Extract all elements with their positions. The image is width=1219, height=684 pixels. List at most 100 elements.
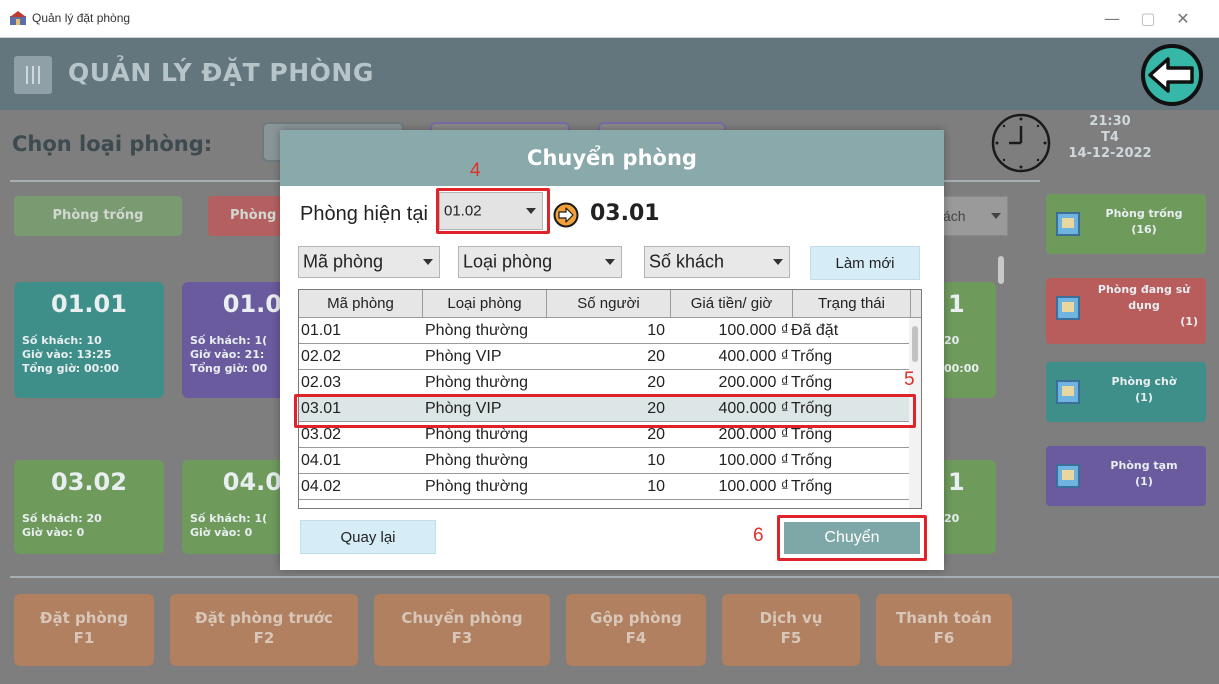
room-card[interactable]: 1 20 00:00 — [944, 282, 996, 398]
cell-status: Đã đặt — [791, 322, 839, 339]
cell-price: 100.000 ₫ — [718, 478, 790, 495]
app-window: Quản lý đặt phòng — ▢ ✕ QUẢN LÝ ĐẶT PHÒN… — [0, 0, 1219, 684]
room-info: Số khách: 20 Giờ vào: 0 — [22, 512, 102, 540]
merge-room-button[interactable]: Gộp phòng F4 — [566, 594, 706, 666]
room-info: 20 — [944, 512, 959, 526]
column-header[interactable]: Giá tiền/ giờ — [671, 290, 793, 318]
cell-status: Trống — [791, 478, 833, 495]
room-status-icon — [1056, 464, 1080, 488]
current-room-label: Phòng hiện tại — [300, 203, 428, 225]
cell-type: Phòng thường — [425, 478, 529, 495]
table-row[interactable]: 04.01 Phòng thường 10 100.000 ₫ Trống — [299, 448, 911, 474]
chevron-down-icon — [605, 259, 615, 265]
table-row[interactable]: 01.01 Phòng thường 10 100.000 ₫ Đã đặt — [299, 318, 911, 344]
datetime-display: 21:30 T4 14-12-2022 — [1060, 114, 1160, 162]
back-arrow-icon[interactable] — [1140, 43, 1204, 107]
refresh-button[interactable]: Làm mới — [810, 246, 920, 280]
filter-empty-rooms[interactable]: Phòng trống — [14, 196, 182, 236]
room-list-scrollbar[interactable] — [998, 256, 1004, 284]
chevron-down-icon — [991, 213, 1001, 219]
sort-room-code-value: Mã phòng — [303, 251, 384, 272]
room-guests: Số khách: 1( — [190, 512, 268, 525]
room-status-icon — [1056, 380, 1080, 404]
service-button[interactable]: Dịch vụ F5 — [722, 594, 860, 666]
status-count: (1) — [1180, 315, 1198, 328]
column-header[interactable]: Số người — [547, 290, 671, 318]
scrollbar-thumb[interactable] — [912, 326, 918, 362]
room-info-line: 00:00 — [944, 362, 980, 375]
room-total-time: Tổng giờ: 00 — [190, 362, 268, 375]
sort-room-type-value: Loại phòng — [463, 251, 553, 272]
room-id: 1 — [948, 468, 965, 496]
room-guests: Số khách: 20 — [22, 512, 102, 525]
function-key: F5 — [780, 629, 802, 647]
sort-room-code-select[interactable]: Mã phòng — [298, 246, 440, 278]
cell-code: 02.02 — [301, 348, 342, 365]
book-room-button[interactable]: Đặt phòng F1 — [14, 594, 154, 666]
cell-type: Phòng VIP — [425, 348, 502, 365]
room-card[interactable]: 01.0 Số khách: 1( Giờ vào: 21: Tổng giờ:… — [182, 282, 282, 398]
cell-code: 04.01 — [301, 452, 342, 469]
sort-guests-select[interactable]: Số khách — [644, 246, 790, 278]
close-button[interactable]: ✕ — [1168, 6, 1198, 32]
sort-room-type-select[interactable]: Loại phòng — [458, 246, 622, 278]
room-card[interactable]: 04.0 Số khách: 1( Giờ vào: 0 — [182, 460, 282, 554]
table-row[interactable]: 02.03 Phòng thường 20 200.000 ₫ Trống — [299, 370, 911, 396]
function-key: F1 — [73, 629, 95, 647]
cell-type: Phòng thường — [425, 374, 529, 391]
column-header[interactable]: Mã phòng — [299, 290, 423, 318]
function-key: F4 — [625, 629, 647, 647]
status-sidebar: Phòng trống (16) Phòng đang sử dụng (1) Ph… — [1030, 182, 1219, 572]
status-count: (16) — [1131, 223, 1157, 236]
annotation-5: 5 — [904, 369, 915, 390]
status-empty-card[interactable]: Phòng trống (16) — [1046, 194, 1206, 254]
transfer-room-button[interactable]: Chuyển phòng F3 — [374, 594, 550, 666]
status-temp-card[interactable]: Phòng tạm (1) — [1046, 446, 1206, 506]
annotation-highlight — [436, 188, 550, 234]
function-label: Gộp phòng — [590, 609, 682, 627]
status-label: Phòng đang sử dụng — [1097, 283, 1191, 312]
room-id: 1 — [948, 290, 965, 318]
status-waiting-card[interactable]: Phòng chờ (1) — [1046, 362, 1206, 422]
cell-code: 02.03 — [301, 374, 342, 391]
column-header[interactable]: Loại phòng — [423, 290, 547, 318]
cell-people: 10 — [647, 322, 665, 339]
cell-people: 10 — [647, 452, 665, 469]
table-row[interactable]: 02.02 Phòng VIP 20 400.000 ₫ Trống — [299, 344, 911, 370]
window-titlebar: Quản lý đặt phòng — ▢ ✕ — [0, 0, 1219, 38]
behind-sort-value: ách — [943, 208, 966, 224]
chevron-down-icon — [423, 259, 433, 265]
payment-button[interactable]: Thanh toán F6 — [876, 594, 1012, 666]
room-card[interactable]: 03.02 Số khách: 20 Giờ vào: 0 — [14, 460, 164, 554]
room-card[interactable]: 1 20 — [944, 460, 996, 554]
function-label: Dịch vụ — [759, 609, 823, 627]
room-checkin: Giờ vào: 13:25 — [22, 348, 112, 361]
room-card[interactable]: 01.01 Số khách: 10 Giờ vào: 13:25 Tổng g… — [14, 282, 164, 398]
cell-type: Phòng thường — [425, 322, 529, 339]
column-header[interactable]: Trạng thái — [793, 290, 911, 318]
room-info: Số khách: 10 Giờ vào: 13:25 Tổng giờ: 00… — [22, 334, 119, 376]
pre-book-button[interactable]: Đặt phòng trước F2 — [170, 594, 358, 666]
function-label: Chuyển phòng — [401, 609, 523, 627]
table-row[interactable]: 04.02 Phòng thường 10 100.000 ₫ Trống — [299, 474, 911, 500]
menu-icon[interactable] — [14, 56, 52, 94]
divider — [10, 576, 1219, 578]
minimize-button[interactable]: — — [1097, 6, 1127, 32]
cell-price: 100.000 ₫ — [718, 452, 790, 469]
room-id: 01.01 — [51, 290, 127, 318]
function-label: Đặt phòng trước — [195, 609, 333, 627]
cell-code: 01.01 — [301, 322, 342, 339]
room-id: 04.0 — [222, 468, 282, 496]
filter-occupied-rooms[interactable]: Phòng — [208, 196, 288, 236]
function-label: Thanh toán — [896, 609, 992, 627]
maximize-button[interactable]: ▢ — [1133, 6, 1163, 32]
annotation-highlight — [777, 515, 927, 561]
back-button[interactable]: Quay lại — [300, 520, 436, 554]
sort-guests-value: Số khách — [649, 251, 725, 272]
function-key: F6 — [933, 629, 955, 647]
room-info: Số khách: 1( Giờ vào: 0 — [190, 512, 267, 540]
cell-price: 400.000 ₫ — [718, 348, 790, 365]
app-header: QUẢN LÝ ĐẶT PHÒNG — [0, 38, 1219, 110]
behind-sort-combo[interactable]: ách — [940, 196, 1008, 236]
status-occupied-card[interactable]: Phòng đang sử dụng (1) — [1046, 278, 1206, 344]
